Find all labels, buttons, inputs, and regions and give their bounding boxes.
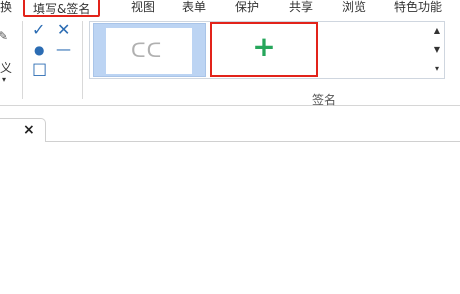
plus-icon: +: [252, 30, 276, 63]
menu-tab-view[interactable]: 视图: [131, 0, 155, 17]
line-icon[interactable]: —: [56, 40, 71, 58]
checkmark-icon[interactable]: ✓: [32, 20, 45, 39]
ribbon: ✎ 义 ▾ ✓ ✕ ● — ☐ ᑕᑕ + ▲ ▼ ▾ 签名: [0, 17, 460, 107]
gallery-scrollbar[interactable]: ▲ ▼ ▾: [430, 22, 444, 78]
menu-tab-convert[interactable]: 换: [0, 0, 12, 17]
document-tab[interactable]: ×: [0, 118, 46, 142]
partial-group-label: 义: [0, 61, 13, 75]
pen-icon[interactable]: ✎: [0, 29, 8, 43]
dot-icon[interactable]: ●: [34, 43, 44, 57]
close-icon[interactable]: ×: [23, 122, 35, 138]
scroll-up-icon[interactable]: ▲: [430, 24, 444, 38]
signature-handwriting: ᑕᑕ: [131, 38, 163, 62]
menu-tab-browse[interactable]: 浏览: [342, 0, 366, 17]
document-tab-bar: ×: [0, 118, 460, 142]
signature-preview: ᑕᑕ: [106, 28, 192, 74]
menu-tab-protect[interactable]: 保护: [235, 0, 259, 17]
dropdown-arrow-icon[interactable]: ▾: [2, 75, 6, 84]
scroll-down-icon[interactable]: ▼: [430, 43, 444, 57]
menu-tab-form[interactable]: 表单: [182, 0, 206, 17]
saved-signature-item[interactable]: ᑕᑕ: [93, 23, 206, 77]
menu-bar: 换 填写&签名 视图 表单 保护 共享 浏览 特色功能: [0, 0, 460, 17]
menu-tab-special-features[interactable]: 特色功能: [394, 0, 442, 17]
document-canvas[interactable]: [0, 142, 460, 294]
cross-icon[interactable]: ✕: [57, 20, 70, 39]
add-signature-button[interactable]: +: [210, 22, 318, 77]
expand-gallery-icon[interactable]: ▾: [430, 62, 444, 76]
signature-group-label: 签名: [312, 93, 337, 107]
rectangle-icon[interactable]: ☐: [32, 61, 47, 81]
ribbon-separator: [22, 21, 23, 99]
menu-tab-fill-sign[interactable]: 填写&签名: [23, 0, 101, 17]
ribbon-separator: [82, 21, 83, 99]
menu-tab-share[interactable]: 共享: [289, 0, 313, 17]
signature-gallery: ᑕᑕ + ▲ ▼ ▾: [89, 21, 445, 79]
